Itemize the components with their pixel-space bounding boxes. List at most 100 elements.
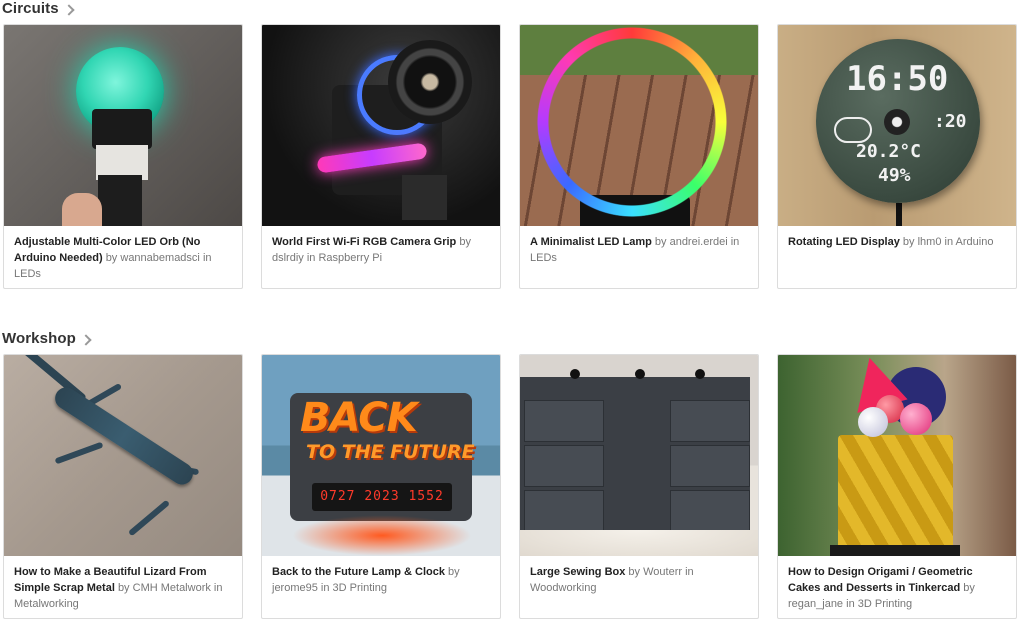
- card-info: Adjustable Multi-Color LED Orb (No Ardui…: [4, 226, 242, 282]
- section-header-workshop[interactable]: Workshop: [2, 329, 92, 347]
- project-category[interactable]: 3D Printing: [333, 582, 387, 594]
- project-card[interactable]: World First Wi-Fi RGB Camera Grip by dsl…: [261, 24, 501, 289]
- project-category[interactable]: LEDs: [14, 268, 41, 280]
- by-label: by: [654, 236, 667, 248]
- drawer: [524, 490, 604, 532]
- in-label: in: [944, 236, 954, 248]
- project-thumbnail[interactable]: [4, 355, 242, 556]
- lizard-leg: [127, 499, 171, 537]
- project-title[interactable]: Large Sewing Box: [530, 566, 625, 578]
- project-thumbnail[interactable]: BACK TO THE FUTURE 0727 2023 1552: [262, 355, 500, 556]
- project-card[interactable]: BACK TO THE FUTURE 0727 2023 1552 Back t…: [261, 354, 501, 619]
- project-author[interactable]: lhm0: [918, 236, 942, 248]
- drawer: [670, 445, 750, 487]
- card-info: A Minimalist LED Lamp by andrei.erdei in…: [520, 226, 758, 266]
- chevron-right-icon[interactable]: [62, 3, 75, 16]
- in-label: in: [846, 598, 855, 610]
- card-grid: How to Make a Beautiful Lizard From Simp…: [3, 354, 1024, 622]
- by-label: by: [902, 236, 915, 248]
- card-info: How to Make a Beautiful Lizard From Simp…: [4, 556, 242, 612]
- project-card[interactable]: How to Design Origami / Geometric Cakes …: [777, 354, 1017, 619]
- hand: [62, 193, 102, 226]
- camera-lens: [388, 40, 472, 124]
- lamp-glow: [292, 515, 472, 556]
- logo-text-line2: TO THE FUTURE: [306, 441, 475, 463]
- project-title[interactable]: How to Design Origami / Geometric Cakes …: [788, 566, 973, 594]
- in-label: in: [320, 582, 330, 594]
- by-label: by: [963, 582, 975, 594]
- drawer: [670, 490, 750, 532]
- in-label: in: [202, 252, 212, 264]
- display-humidity: 49%: [878, 165, 911, 186]
- card-grid: Adjustable Multi-Color LED Orb (No Ardui…: [3, 24, 1024, 292]
- by-label: by: [459, 236, 471, 248]
- project-category[interactable]: Metalworking: [14, 598, 79, 610]
- project-card[interactable]: Adjustable Multi-Color LED Orb (No Ardui…: [3, 24, 243, 289]
- project-thumbnail[interactable]: [262, 25, 500, 226]
- camera-grip: [402, 175, 447, 220]
- logo-text-line1: BACK: [300, 395, 418, 441]
- topper-sphere: [900, 403, 932, 435]
- in-label: in: [685, 566, 694, 578]
- project-card[interactable]: 16:50 :20 20.2°C 49% Rotating LED Displa…: [777, 24, 1017, 289]
- project-category[interactable]: LEDs: [530, 252, 557, 264]
- project-card[interactable]: A Minimalist LED Lamp by andrei.erdei in…: [519, 24, 759, 289]
- fur-rug: [520, 530, 758, 556]
- card-info: Rotating LED Display by lhm0 in Arduino: [778, 226, 1016, 250]
- display-seconds: :20: [934, 111, 967, 132]
- drawer: [524, 400, 604, 442]
- project-author[interactable]: wannabemadsci: [120, 252, 200, 264]
- card-info: How to Design Origami / Geometric Cakes …: [778, 556, 1016, 612]
- by-label: by: [628, 566, 641, 578]
- project-category[interactable]: 3D Printing: [858, 598, 912, 610]
- project-author[interactable]: Wouterr: [643, 566, 682, 578]
- project-title[interactable]: A Minimalist LED Lamp: [530, 236, 652, 248]
- chevron-right-icon[interactable]: [80, 333, 92, 346]
- section-title[interactable]: Circuits: [2, 0, 59, 17]
- card-info: Back to the Future Lamp & Clock by jerom…: [262, 556, 500, 596]
- card-info: World First Wi-Fi RGB Camera Grip by dsl…: [262, 226, 500, 266]
- by-label: by: [448, 566, 460, 578]
- cake-stand: [830, 545, 960, 556]
- knob: [635, 369, 645, 379]
- card-info: Large Sewing Box by Wouterr in Woodworki…: [520, 556, 758, 596]
- in-label: in: [306, 252, 316, 264]
- project-thumbnail[interactable]: [520, 355, 758, 556]
- knob: [570, 369, 580, 379]
- section-title[interactable]: Workshop: [2, 330, 76, 347]
- project-category[interactable]: Raspberry Pi: [318, 252, 382, 264]
- display-time: 16:50: [846, 59, 949, 99]
- geometric-cake: [838, 435, 953, 553]
- project-thumbnail[interactable]: 16:50 :20 20.2°C 49%: [778, 25, 1016, 226]
- project-category[interactable]: Arduino: [956, 236, 994, 248]
- project-thumbnail[interactable]: [4, 25, 242, 226]
- by-label: by: [105, 252, 118, 264]
- project-title[interactable]: Rotating LED Display: [788, 236, 900, 248]
- power-wire: [896, 203, 902, 226]
- project-category[interactable]: Woodworking: [530, 582, 596, 594]
- orb-handle: [98, 175, 142, 226]
- project-title[interactable]: World First Wi-Fi RGB Camera Grip: [272, 236, 456, 248]
- led-ring: [537, 27, 727, 217]
- topper-sphere: [858, 407, 888, 437]
- project-author[interactable]: andrei.erdei: [670, 236, 728, 248]
- project-author[interactable]: jerome95: [272, 582, 318, 594]
- project-thumbnail[interactable]: [520, 25, 758, 226]
- project-card[interactable]: How to Make a Beautiful Lizard From Simp…: [3, 354, 243, 619]
- project-author[interactable]: regan_jane: [788, 598, 843, 610]
- by-label: by: [117, 582, 130, 594]
- rotor-hub: [884, 109, 910, 135]
- drawer: [670, 400, 750, 442]
- in-label: in: [730, 236, 740, 248]
- project-thumbnail[interactable]: [778, 355, 1016, 556]
- drawer: [524, 445, 604, 487]
- project-title[interactable]: Back to the Future Lamp & Clock: [272, 566, 445, 578]
- section-header-circuits[interactable]: Circuits: [2, 0, 75, 17]
- lizard-leg: [54, 441, 104, 465]
- in-label: in: [213, 582, 223, 594]
- project-author[interactable]: CMH Metalwork: [133, 582, 211, 594]
- lizard-body: [50, 383, 198, 489]
- project-author[interactable]: dslrdiy: [272, 252, 304, 264]
- project-card[interactable]: Large Sewing Box by Wouterr in Woodworki…: [519, 354, 759, 619]
- cloud-icon: [834, 117, 872, 143]
